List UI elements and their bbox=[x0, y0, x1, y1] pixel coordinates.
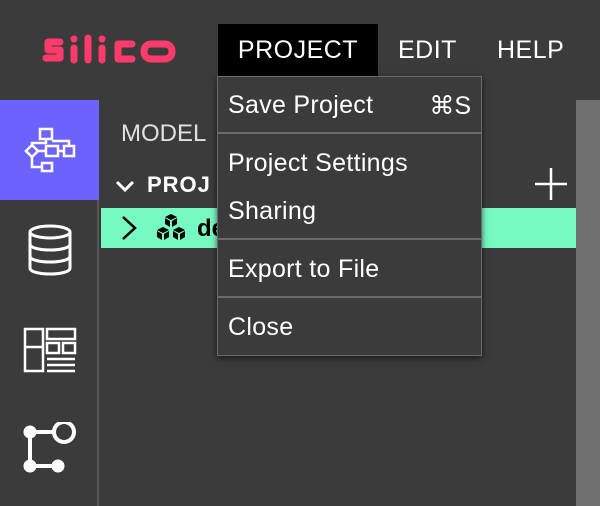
scrollbar-track[interactable] bbox=[576, 100, 600, 506]
dashboard-layout-icon bbox=[23, 327, 76, 373]
sidebar-item-dashboard[interactable] bbox=[0, 300, 99, 400]
silico-logo[interactable] bbox=[40, 30, 180, 70]
projects-section-label[interactable]: PROJ bbox=[147, 172, 211, 198]
connection-graph-icon bbox=[23, 422, 76, 473]
menu-help[interactable]: HELP bbox=[497, 24, 564, 76]
menu-item-export-to-file[interactable]: Export to File bbox=[228, 255, 379, 284]
save-shortcut-hint: ⌘S bbox=[429, 92, 471, 120]
menu-separator bbox=[218, 132, 481, 134]
menu-project[interactable]: PROJECT bbox=[218, 24, 378, 76]
menu-separator bbox=[218, 238, 481, 240]
sidebar-item-model[interactable] bbox=[0, 100, 99, 200]
database-icon bbox=[28, 224, 71, 276]
menu-item-save-project[interactable]: Save Project bbox=[228, 91, 373, 120]
cubes-icon bbox=[157, 214, 185, 240]
menu-separator bbox=[218, 296, 481, 298]
project-dropdown-menu: Save Project ⌘S Project Settings Sharing… bbox=[217, 76, 482, 356]
panel-header: MODEL bbox=[121, 120, 207, 147]
add-icon[interactable] bbox=[533, 166, 569, 202]
chevron-down-icon[interactable] bbox=[115, 180, 135, 194]
sidebar-item-data[interactable] bbox=[0, 200, 99, 300]
chevron-right-icon[interactable] bbox=[121, 215, 137, 241]
menu-item-close[interactable]: Close bbox=[228, 313, 293, 342]
menu-edit[interactable]: EDIT bbox=[398, 24, 457, 76]
left-sidebar bbox=[0, 100, 99, 506]
flowchart-icon bbox=[23, 127, 75, 173]
sidebar-item-connections[interactable] bbox=[0, 400, 99, 500]
menu-item-project-settings[interactable]: Project Settings bbox=[228, 149, 408, 178]
menu-item-sharing[interactable]: Sharing bbox=[228, 197, 316, 226]
